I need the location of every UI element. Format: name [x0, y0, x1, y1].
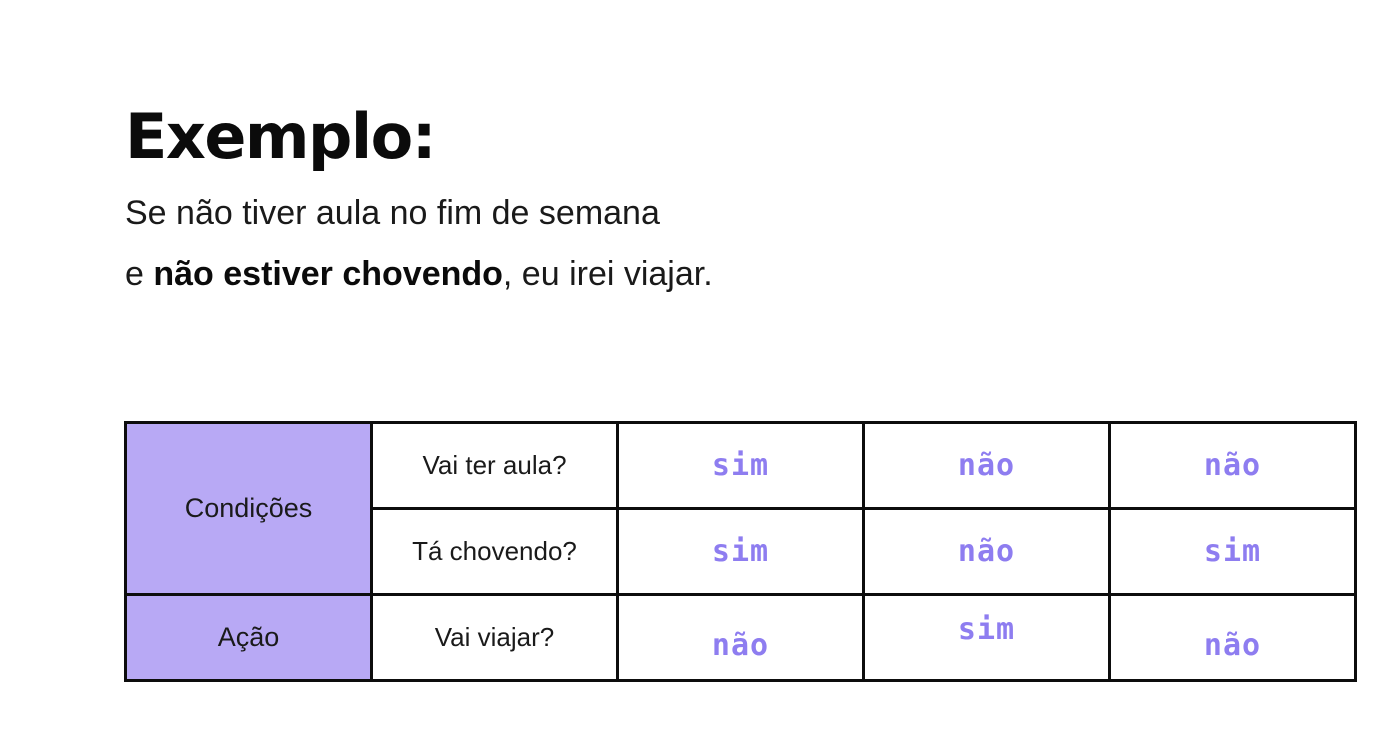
- value-cell: não: [616, 593, 865, 682]
- decision-table: Condições Vai ter aula? sim não não Tá c…: [124, 421, 1357, 682]
- value-cell: sim: [616, 507, 865, 596]
- value-cell: sim: [862, 593, 1111, 682]
- handwritten-value: sim: [711, 534, 770, 569]
- value-cell: não: [862, 421, 1111, 510]
- page-title: Exemplo:: [125, 100, 437, 173]
- handwritten-value: não: [957, 534, 1016, 569]
- handwritten-value: não: [711, 628, 770, 663]
- example-sentence-line-1: Se não tiver aula no fim de semana: [125, 194, 660, 232]
- handwritten-value: não: [957, 448, 1016, 483]
- sentence-suffix: , eu irei viajar.: [502, 255, 713, 293]
- sentence-prefix: e: [125, 255, 154, 293]
- table-row: Ação Vai viajar? não sim não: [124, 593, 1357, 682]
- handwritten-value: sim: [957, 612, 1016, 647]
- value-cell: sim: [616, 421, 865, 510]
- handwritten-value: sim: [1203, 534, 1262, 569]
- conditions-header-cell: Condições: [124, 421, 373, 596]
- question-cell: Vai viajar?: [370, 593, 619, 682]
- sentence-emphasis: não estiver chovendo: [153, 255, 503, 293]
- handwritten-value: não: [1203, 628, 1262, 663]
- handwritten-value: não: [1203, 448, 1262, 483]
- example-sentence-line-2: e não estiver chovendo, eu irei viajar.: [125, 253, 713, 295]
- value-cell: não: [862, 507, 1111, 596]
- action-header-cell: Ação: [124, 593, 373, 682]
- value-cell: sim: [1108, 507, 1357, 596]
- decision-table-container: Condições Vai ter aula? sim não não Tá c…: [124, 421, 1357, 682]
- question-cell: Tá chovendo?: [370, 507, 619, 596]
- question-cell: Vai ter aula?: [370, 421, 619, 510]
- table-row: Condições Vai ter aula? sim não não: [124, 421, 1357, 596]
- handwritten-value: sim: [711, 448, 770, 483]
- value-cell: não: [1108, 421, 1357, 510]
- value-cell: não: [1108, 593, 1357, 682]
